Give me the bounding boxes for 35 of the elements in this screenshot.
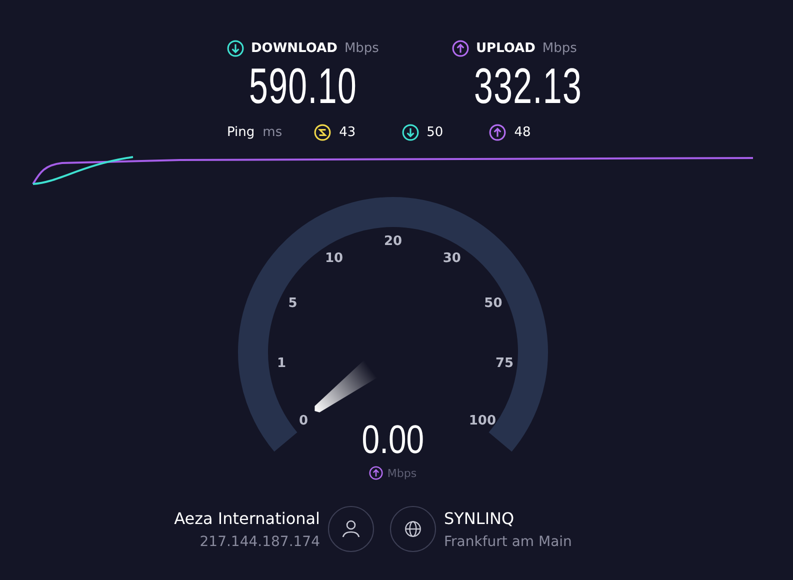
gauge-label: 10 xyxy=(325,250,344,266)
gauge-label: 75 xyxy=(495,356,514,372)
gauge-label: 5 xyxy=(288,296,298,312)
ip-address: 217.144.187.174 xyxy=(200,534,320,550)
gauge-needle xyxy=(314,360,378,412)
upload-icon xyxy=(489,124,506,140)
gauge-label: 20 xyxy=(384,234,402,249)
server-name[interactable]: SYNLINQ xyxy=(444,508,644,528)
download-speed: 590.10 xyxy=(249,58,358,114)
gauge-label: 1 xyxy=(276,356,286,372)
globe-icon[interactable] xyxy=(390,506,436,552)
download-icon xyxy=(402,124,419,140)
ping-value: 50 xyxy=(426,124,444,140)
ping-unit: ms xyxy=(262,124,282,140)
gauge-label: 0 xyxy=(299,413,308,428)
gauge-label: 50 xyxy=(484,296,502,312)
upload-unit: Mbps xyxy=(542,40,577,56)
download-label: DOWNLOAD xyxy=(251,40,338,56)
user-icon[interactable] xyxy=(328,506,374,552)
ping-label: Ping xyxy=(227,124,255,140)
current-speed: 0.00 xyxy=(362,418,424,462)
upload-label: UPLOAD xyxy=(476,40,536,56)
download-unit: Mbps xyxy=(344,40,379,56)
server-location: Frankfurt am Main xyxy=(444,534,573,550)
isp-name: Aeza International xyxy=(174,508,320,528)
gauge-label: 100 xyxy=(468,413,496,428)
gauge-label: 30 xyxy=(442,250,461,266)
upload-icon xyxy=(369,466,384,480)
upload-icon xyxy=(452,40,469,56)
latency-icon xyxy=(314,124,332,140)
download-icon xyxy=(227,40,244,56)
ping-value: 48 xyxy=(514,124,531,140)
speed-unit: Mbps xyxy=(387,466,417,480)
upload-speed: 332.13 xyxy=(474,58,582,114)
ping-value: 43 xyxy=(339,124,356,140)
